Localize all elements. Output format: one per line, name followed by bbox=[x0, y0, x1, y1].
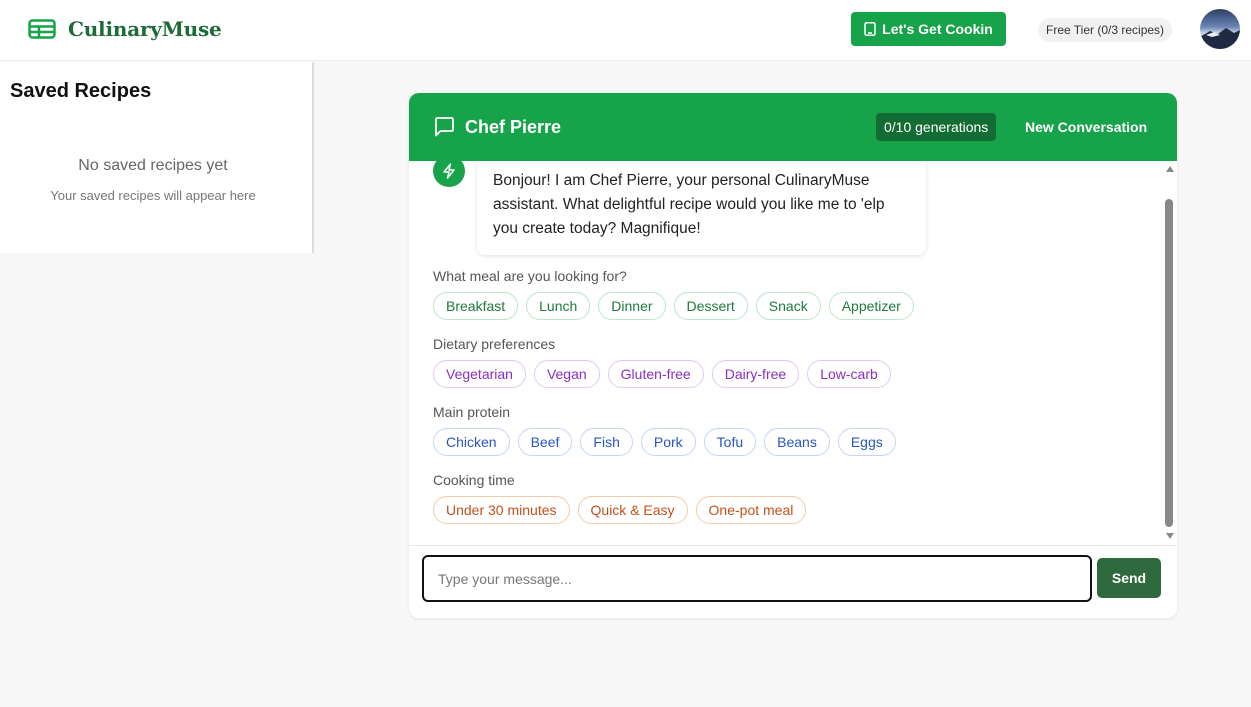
chat-title: Chef Pierre bbox=[465, 117, 562, 137]
chip-under-30-minutes[interactable]: Under 30 minutes bbox=[433, 496, 570, 524]
lets-get-cookin-label: Let's Get Cookin bbox=[882, 21, 993, 37]
chat-scrollbar[interactable] bbox=[1164, 161, 1176, 545]
new-conversation-button[interactable]: New Conversation bbox=[1011, 113, 1161, 141]
dietary-group-label: Dietary preferences bbox=[433, 336, 556, 352]
empty-state-subtitle: Your saved recipes will appear here bbox=[50, 188, 256, 203]
meal-options: Breakfast Lunch Dinner Dessert Snack App… bbox=[433, 292, 914, 320]
message-input-area: Send bbox=[409, 545, 1177, 618]
tier-badge: Free Tier (0/3 recipes) bbox=[1038, 18, 1173, 42]
chip-dairy-free[interactable]: Dairy-free bbox=[711, 360, 800, 388]
brand[interactable]: CulinaryMuse bbox=[28, 17, 222, 41]
scroll-up-arrow-icon[interactable] bbox=[1166, 166, 1174, 172]
chip-snack[interactable]: Snack bbox=[755, 292, 821, 320]
scroll-thumb[interactable] bbox=[1165, 199, 1173, 527]
bot-avatar bbox=[433, 161, 465, 187]
chip-vegetarian[interactable]: Vegetarian bbox=[433, 360, 526, 388]
chip-one-pot-meal[interactable]: One-pot meal bbox=[695, 496, 807, 524]
chat-header: Chef Pierre 0/10 generations New Convers… bbox=[409, 93, 1177, 161]
menu-book-icon bbox=[28, 19, 56, 39]
chip-beef[interactable]: Beef bbox=[517, 428, 573, 456]
saved-recipes-sidebar: Saved Recipes No saved recipes yet Your … bbox=[0, 62, 314, 253]
chip-gluten-free[interactable]: Gluten-free bbox=[607, 360, 704, 388]
bot-message: Bonjour! I am Chef Pierre, your personal… bbox=[477, 161, 926, 255]
message-square-icon bbox=[435, 117, 454, 137]
chip-tofu[interactable]: Tofu bbox=[703, 428, 757, 456]
user-avatar[interactable] bbox=[1200, 9, 1240, 49]
sidebar-title: Saved Recipes bbox=[10, 80, 152, 102]
lightning-icon bbox=[443, 163, 455, 179]
chip-quick-and-easy[interactable]: Quick & Easy bbox=[577, 496, 688, 524]
empty-state-title: No saved recipes yet bbox=[78, 157, 228, 174]
chip-beans[interactable]: Beans bbox=[764, 428, 830, 456]
cooking-time-options: Under 30 minutes Quick & Easy One-pot me… bbox=[433, 496, 807, 524]
lets-get-cookin-button[interactable]: Let's Get Cookin bbox=[851, 12, 1006, 46]
meal-group-label: What meal are you looking for? bbox=[433, 268, 627, 284]
chip-lunch[interactable]: Lunch bbox=[526, 292, 591, 320]
cooking-time-group-label: Cooking time bbox=[433, 472, 515, 488]
chip-breakfast[interactable]: Breakfast bbox=[433, 292, 519, 320]
chip-eggs[interactable]: Eggs bbox=[837, 428, 896, 456]
message-input[interactable] bbox=[422, 555, 1092, 602]
scroll-down-arrow-icon[interactable] bbox=[1166, 533, 1174, 539]
chip-vegan[interactable]: Vegan bbox=[533, 360, 600, 388]
chat-panel: Chef Pierre 0/10 generations New Convers… bbox=[409, 93, 1177, 618]
chip-low-carb[interactable]: Low-carb bbox=[807, 360, 891, 388]
protein-options: Chicken Beef Fish Pork Tofu Beans Eggs bbox=[433, 428, 896, 456]
chip-dinner[interactable]: Dinner bbox=[598, 292, 666, 320]
chip-chicken[interactable]: Chicken bbox=[433, 428, 510, 456]
chip-pork[interactable]: Pork bbox=[640, 428, 696, 456]
top-navigation-bar: CulinaryMuse Let's Get Cookin Free Tier … bbox=[0, 0, 1251, 61]
phone-icon bbox=[864, 22, 876, 36]
chip-dessert[interactable]: Dessert bbox=[673, 292, 748, 320]
generations-badge: 0/10 generations bbox=[876, 113, 997, 141]
dietary-options: Vegetarian Vegan Gluten-free Dairy-free … bbox=[433, 360, 891, 388]
protein-group-label: Main protein bbox=[433, 404, 511, 420]
send-button[interactable]: Send bbox=[1097, 558, 1161, 598]
chip-fish[interactable]: Fish bbox=[580, 428, 633, 456]
brand-name: CulinaryMuse bbox=[68, 17, 222, 41]
avatar-image bbox=[1200, 9, 1240, 49]
chat-messages[interactable]: Bonjour! I am Chef Pierre, your personal… bbox=[409, 161, 1177, 545]
chip-appetizer[interactable]: Appetizer bbox=[828, 292, 914, 320]
